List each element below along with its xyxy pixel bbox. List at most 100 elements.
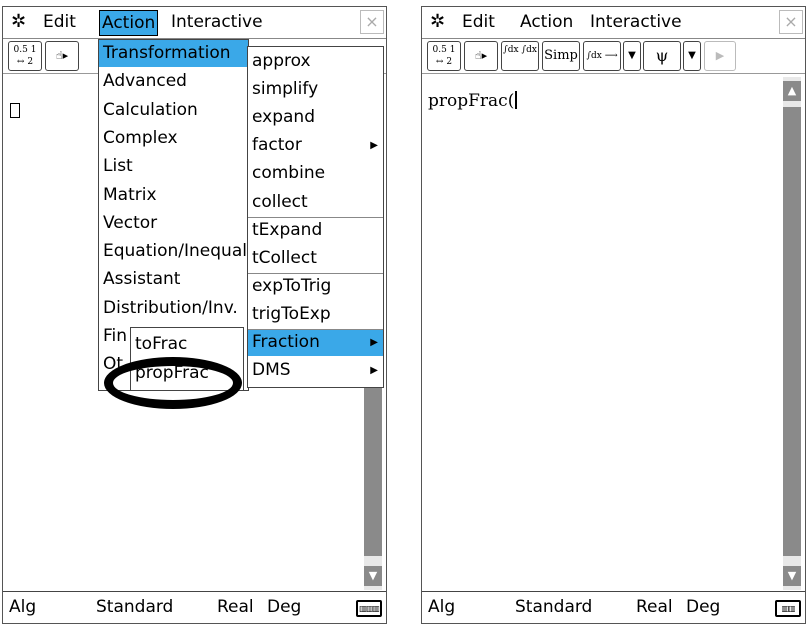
action-menu-item-calculation[interactable]: Calculation — [99, 97, 248, 124]
transformation-item-tcollect[interactable]: tCollect — [248, 245, 383, 272]
menu-separator — [248, 329, 383, 330]
menu-separator — [248, 272, 383, 274]
menu-item-label: approx — [252, 51, 311, 71]
status-alg[interactable]: Alg — [428, 597, 455, 617]
submenu-arrow-icon: ▶ — [370, 337, 378, 348]
dropdown-1-icon[interactable]: ▼ — [623, 41, 641, 71]
transformation-item-texpand[interactable]: tExpand — [248, 217, 383, 244]
menu-item-label: Calculation — [103, 99, 198, 120]
menu-item-label: toFrac — [135, 334, 188, 354]
transformation-submenu: approx simplify expand factor ▶ combine collec… — [247, 46, 384, 388]
menu-item-label: collect — [252, 191, 308, 212]
integrate-button[interactable]: ∫dx ∫dx — [501, 41, 539, 71]
menu-item-label: tCollect — [252, 247, 317, 268]
menu-item-label: Fraction — [252, 332, 320, 352]
input-line[interactable]: propFrac( — [428, 91, 518, 111]
status-bar: Alg Standard Real Deg ▥▥ — [422, 591, 805, 623]
menu-item-label: simplify — [252, 79, 319, 100]
menu-item-label: Transformation — [103, 43, 231, 63]
play-icon[interactable]: ▶ — [704, 41, 736, 71]
input-cursor — [10, 103, 20, 118]
menu-item-label: List — [103, 156, 133, 177]
status-standard[interactable]: Standard — [96, 597, 173, 617]
pointer-button[interactable]: ☝▸ — [464, 41, 498, 71]
menu-item-label: tExpand — [252, 219, 323, 240]
transformation-item-dms[interactable]: DMS ▶ — [248, 357, 383, 384]
menu-edit[interactable]: Edit — [41, 10, 78, 34]
transformation-item-fraction[interactable]: Fraction ▶ — [248, 329, 383, 356]
menu-interactive[interactable]: Interactive — [169, 10, 265, 34]
dropdown-2-icon[interactable]: ▼ — [683, 41, 701, 71]
menu-item-label: expand — [252, 107, 315, 128]
menu-separator — [248, 216, 383, 218]
menu-item-label: Distribution/Inv. — [103, 297, 238, 318]
dx-button[interactable]: ∫dx ⟶ — [583, 41, 621, 71]
status-alg[interactable]: Alg — [9, 597, 36, 617]
scroll-thumb[interactable] — [783, 107, 801, 556]
action-menu-item-vector[interactable]: Vector — [99, 210, 248, 237]
scrollbar[interactable]: ▲ ▼ — [781, 77, 803, 590]
menu-action[interactable]: Action — [518, 10, 575, 34]
transformation-item-approx[interactable]: approx — [248, 48, 383, 75]
menu-interactive[interactable]: Interactive — [588, 10, 684, 34]
menu-bar: ✲ Edit Action Interactive × — [3, 7, 386, 39]
status-deg[interactable]: Deg — [267, 597, 301, 617]
menu-item-label: expToTrig — [252, 275, 332, 296]
submenu-arrow-icon: ▶ — [370, 140, 378, 152]
submenu-arrow-icon: ▶ — [370, 365, 378, 377]
graph-button[interactable]: ψ — [643, 41, 681, 71]
menu-bar: ✲ Edit Action Interactive × — [422, 7, 805, 39]
input-text: propFrac( — [428, 91, 515, 111]
fraction-decimal-button[interactable]: 0.5 1 ↔ 2 — [427, 41, 461, 71]
close-icon[interactable]: × — [779, 10, 803, 34]
transformation-item-trigtoexp[interactable]: trigToExp — [248, 301, 383, 328]
menu-item-label: Complex — [103, 127, 178, 148]
menu-action[interactable]: Action — [99, 10, 159, 36]
menu-item-label: Vector — [103, 212, 158, 233]
transformation-item-collect[interactable]: collect — [248, 189, 383, 216]
battery-icon: ▥▥ — [775, 600, 801, 617]
gear-icon[interactable]: ✲ — [11, 10, 26, 34]
action-menu-item-equation-inequali[interactable]: Equation/Inequali — [99, 238, 248, 265]
action-menu-item-assistant[interactable]: Assistant — [99, 266, 248, 293]
menu-item-label: DMS — [252, 360, 291, 381]
close-icon[interactable]: × — [360, 10, 384, 34]
scroll-up-icon[interactable]: ▲ — [783, 81, 801, 101]
menu-item-label: Equation/Inequali — [103, 241, 248, 262]
work-area[interactable]: propFrac( — [422, 77, 781, 590]
action-menu-item-complex[interactable]: Complex — [99, 125, 248, 152]
menu-item-label: combine — [252, 163, 326, 184]
action-menu-item-advanced[interactable]: Advanced — [99, 68, 248, 95]
gear-icon[interactable]: ✲ — [430, 10, 445, 34]
menu-edit[interactable]: Edit — [460, 10, 497, 34]
status-bar: Alg Standard Real Deg ▥▥▥ — [3, 591, 386, 623]
status-standard[interactable]: Standard — [515, 597, 592, 617]
transformation-item-factor[interactable]: factor ▶ — [248, 132, 383, 159]
fraction-item-tofrac[interactable]: toFrac — [131, 331, 243, 358]
status-deg[interactable]: Deg — [686, 597, 720, 617]
action-menu-item-transformation[interactable]: Transformation — [99, 40, 248, 67]
transformation-item-exptotrig[interactable]: expToTrig — [248, 273, 383, 300]
action-menu-item-list[interactable]: List — [99, 153, 248, 180]
status-real[interactable]: Real — [217, 597, 254, 617]
battery-icon: ▥▥▥ — [356, 600, 382, 617]
calculator-screen-left: ✲ Edit Action Interactive × 0.5 1 ↔ 2 ☝▸… — [2, 6, 387, 624]
fraction-decimal-button[interactable]: 0.5 1 ↔ 2 — [8, 41, 42, 71]
menu-item-label: Advanced — [103, 71, 187, 92]
transformation-item-combine[interactable]: combine — [248, 160, 383, 187]
scroll-thumb[interactable] — [364, 387, 382, 556]
transformation-item-simplify[interactable]: simplify — [248, 76, 383, 103]
menu-item-label: Assistant — [103, 269, 181, 290]
pointer-button[interactable]: ☝▸ — [45, 41, 79, 71]
menu-item-label: Fin — [103, 326, 128, 346]
highlight-ellipse — [104, 357, 242, 409]
action-menu-item-distribution-inv[interactable]: Distribution/Inv. — [99, 295, 248, 322]
menu-item-label: trigToExp — [252, 303, 331, 324]
scroll-down-icon[interactable]: ▼ — [364, 566, 382, 586]
simp-button[interactable]: Simp — [542, 41, 580, 71]
action-menu-item-matrix[interactable]: Matrix — [99, 182, 248, 209]
transformation-item-expand[interactable]: expand — [248, 104, 383, 131]
status-real[interactable]: Real — [636, 597, 673, 617]
scroll-down-icon[interactable]: ▼ — [783, 566, 801, 586]
calculator-screen-right: ✲ Edit Action Interactive × 0.5 1 ↔ 2 ☝▸… — [421, 6, 806, 624]
